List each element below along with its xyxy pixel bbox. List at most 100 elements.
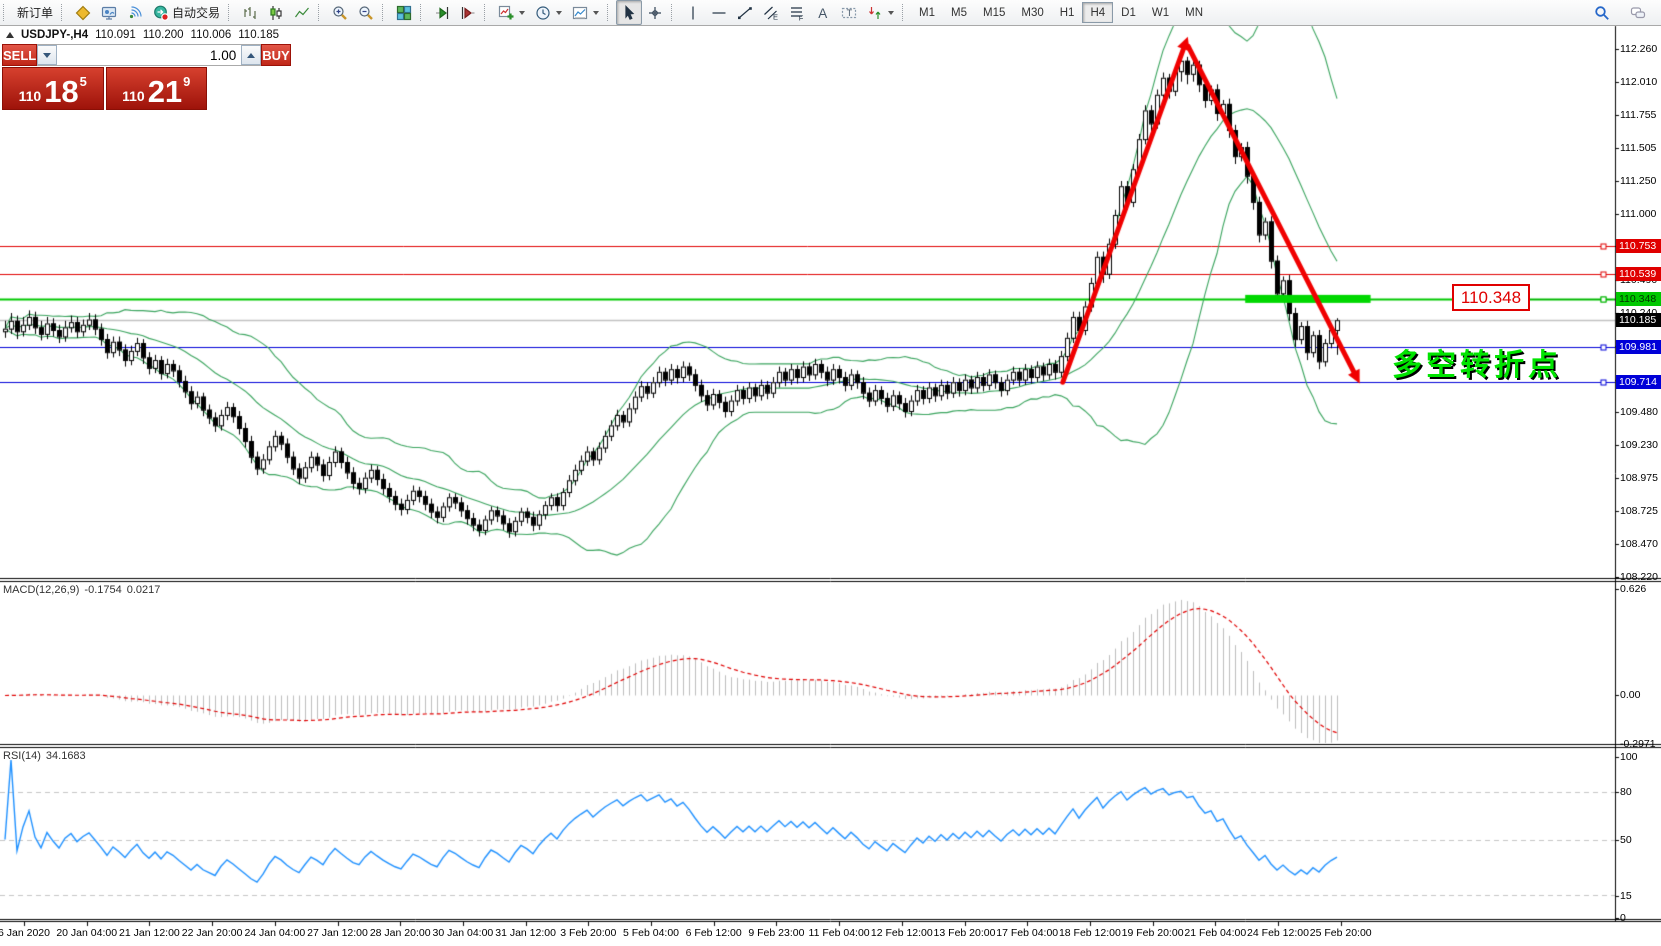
zoom-in-button[interactable]: [327, 0, 353, 25]
autotrading-button[interactable]: 自动交易: [148, 0, 225, 25]
toolbar-separator: [902, 4, 907, 21]
volume-control: [37, 44, 261, 66]
tf-h1-label: H1: [1060, 7, 1075, 19]
tf-mn-button[interactable]: MN: [1177, 2, 1211, 23]
fibonacci-tool-icon: F: [789, 5, 805, 21]
chevron-down-icon: [519, 11, 525, 15]
signals-button[interactable]: [122, 0, 148, 25]
line-chart-mode-button[interactable]: [289, 0, 315, 25]
macd-value: -0.1754: [84, 584, 121, 596]
volume-increase-button[interactable]: [241, 45, 261, 65]
auto-scroll-button[interactable]: [429, 0, 455, 25]
toolbar-separator: [607, 4, 612, 21]
text-label-tool-button[interactable]: T: [836, 0, 862, 25]
tf-m15-button[interactable]: M15: [975, 2, 1013, 23]
tf-h1-button[interactable]: H1: [1052, 2, 1083, 23]
tf-w1-label: W1: [1152, 7, 1169, 19]
open-value: 110.091: [95, 29, 136, 41]
text-tool-button[interactable]: A: [810, 0, 836, 25]
horizontal-line-tool-button[interactable]: [706, 0, 732, 25]
sell-button[interactable]: SELL: [2, 44, 37, 66]
chat-button[interactable]: [1625, 0, 1651, 25]
trendline-tool-button[interactable]: [732, 0, 758, 25]
rsi-value: 34.1683: [46, 750, 86, 762]
price-callout-box[interactable]: 110.348: [1452, 284, 1530, 311]
buy-price-pip: 9: [183, 74, 190, 89]
chart-shift-button[interactable]: [455, 0, 481, 25]
toolbar-separator: [228, 4, 233, 21]
search-icon: [1594, 5, 1610, 21]
high-value: 110.200: [143, 29, 184, 41]
svg-text:F: F: [799, 13, 804, 21]
toolbar-separator: [3, 4, 8, 21]
toolbar-separator: [484, 4, 489, 21]
toolbar-separator: [318, 4, 323, 21]
rsi-name: RSI(14): [3, 750, 41, 762]
templates-icon: [572, 5, 588, 21]
sell-price-button[interactable]: 110 18 5: [2, 67, 104, 110]
spinner-down-icon: [43, 53, 51, 58]
text-tool-icon: A: [815, 5, 831, 21]
crosshair-tool-icon: [647, 5, 663, 21]
tf-d1-label: D1: [1121, 7, 1136, 19]
indicators-icon: [498, 5, 514, 21]
one-click-trading-panel: SELL BUY 110 18 5 110 21 9: [2, 44, 207, 110]
turning-point-annotation[interactable]: 多空转折点: [1392, 340, 1562, 384]
volume-decrease-button[interactable]: [37, 45, 57, 65]
toolbar-separator: [671, 4, 676, 21]
symbol-label: USDJPY-,H4: [21, 29, 88, 41]
auto-scroll-icon: [434, 5, 450, 21]
indicators-button[interactable]: [493, 0, 530, 25]
crosshair-tool-button[interactable]: [642, 0, 668, 25]
data-window-button[interactable]: [96, 0, 122, 25]
trendline-tool-icon: [737, 5, 753, 21]
svg-text:T: T: [847, 7, 853, 17]
metaeditor-button[interactable]: [70, 0, 96, 25]
fibonacci-tool-button[interactable]: F: [784, 0, 810, 25]
volume-input[interactable]: [57, 45, 241, 65]
rsi-indicator-label: RSI(14) 34.1683: [3, 750, 86, 762]
close-value: 110.185: [238, 29, 279, 41]
tf-m5-label: M5: [951, 7, 967, 19]
macd-name: MACD(12,26,9): [3, 584, 79, 596]
new-order-button[interactable]: 新订单: [12, 0, 58, 25]
zoom-out-button[interactable]: [353, 0, 379, 25]
chevron-down-icon: [556, 11, 562, 15]
tf-m15-label: M15: [983, 7, 1005, 19]
buy-price-button[interactable]: 110 21 9: [106, 67, 208, 110]
search-button[interactable]: [1589, 0, 1615, 25]
spinner-up-icon: [247, 53, 255, 58]
tile-windows-button[interactable]: [391, 0, 417, 25]
tf-m30-button[interactable]: M30: [1013, 2, 1051, 23]
arrows-tool-button[interactable]: [862, 0, 899, 25]
bar-chart-mode-button[interactable]: [237, 0, 263, 25]
text-label-tool-icon: T: [841, 5, 857, 21]
tf-m5-button[interactable]: M5: [943, 2, 975, 23]
vertical-line-tool-icon: [685, 5, 701, 21]
cursor-tool-button[interactable]: [616, 0, 642, 25]
sell-price-pip: 5: [80, 74, 87, 89]
chart-shift-icon: [460, 5, 476, 21]
line-chart-mode-icon: [294, 5, 310, 21]
autotrading-icon: [153, 5, 169, 21]
svg-text:E: E: [773, 12, 778, 21]
chart-title: USDJPY-,H4 110.091 110.200 110.006 110.1…: [6, 29, 279, 41]
tf-h4-button[interactable]: H4: [1082, 2, 1113, 23]
equidistant-channel-tool-button[interactable]: E: [758, 0, 784, 25]
buy-button[interactable]: BUY: [261, 44, 290, 66]
low-value: 110.006: [191, 29, 232, 41]
chart-canvas[interactable]: [0, 0, 1661, 946]
buy-price-big: 21: [148, 79, 182, 105]
tf-w1-button[interactable]: W1: [1144, 2, 1177, 23]
collapse-panel-icon[interactable]: [6, 32, 14, 38]
tf-m1-button[interactable]: M1: [911, 2, 943, 23]
templates-button[interactable]: [567, 0, 604, 25]
tf-d1-button[interactable]: D1: [1113, 2, 1144, 23]
cursor-tool-icon: [621, 5, 637, 21]
buy-price-prefix: 110: [122, 88, 145, 105]
vertical-line-tool-button[interactable]: [680, 0, 706, 25]
candlestick-mode-button[interactable]: [263, 0, 289, 25]
periods-button[interactable]: [530, 0, 567, 25]
tile-windows-icon: [396, 5, 412, 21]
toolbar-separator: [382, 4, 387, 21]
